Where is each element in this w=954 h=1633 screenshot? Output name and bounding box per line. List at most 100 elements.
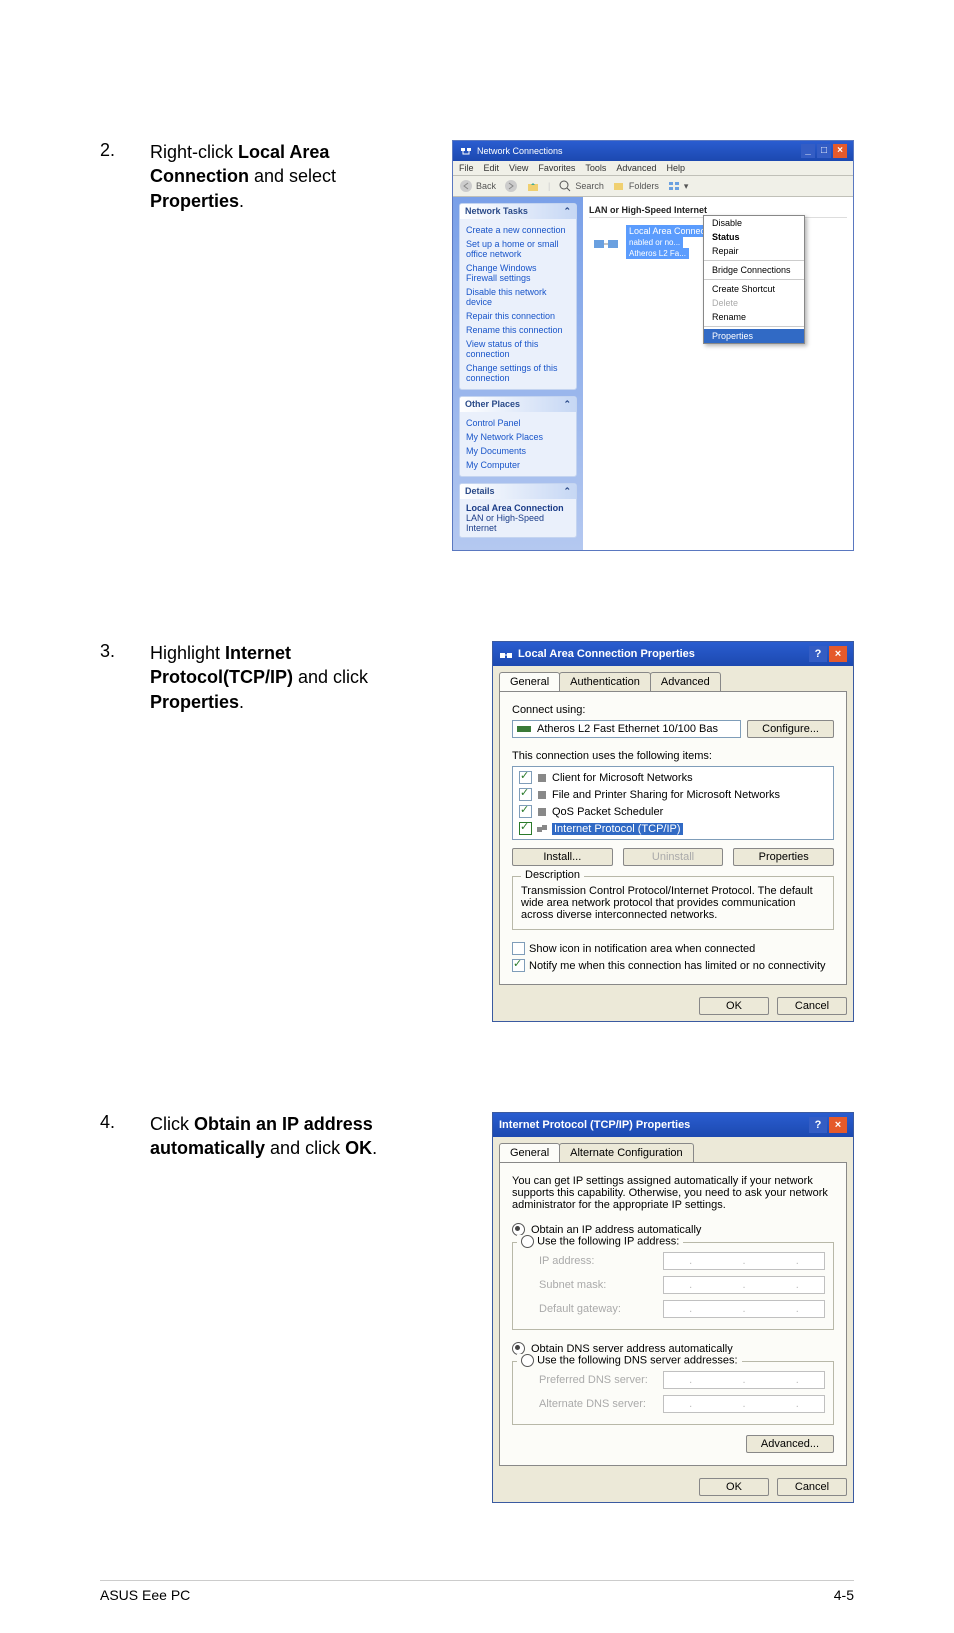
task-link[interactable]: Change settings of this connection <box>466 361 570 385</box>
dialog-title: Local Area Connection Properties <box>518 648 695 660</box>
lan-icon <box>499 647 513 661</box>
step-text: Highlight Internet Protocol(TCP/IP) and … <box>150 641 410 714</box>
intro-text: You can get IP settings assigned automat… <box>512 1175 834 1211</box>
menu-bar: File Edit View Favorites Tools Advanced … <box>453 161 853 176</box>
ctx-rename[interactable]: Rename <box>704 310 804 324</box>
description-label: Description <box>521 869 584 881</box>
collapse-icon[interactable]: ⌃ <box>563 399 571 410</box>
folders-icon <box>612 179 626 193</box>
checkbox-label: Notify me when this connection has limit… <box>529 960 826 972</box>
task-link[interactable]: Create a new connection <box>466 223 570 237</box>
ok-button[interactable]: OK <box>699 997 769 1015</box>
list-item[interactable]: Client for Microsoft Networks <box>513 769 833 786</box>
panel-header: Network Tasks <box>465 206 528 217</box>
subnet-field: ... <box>663 1276 825 1294</box>
forward-button[interactable] <box>504 179 518 193</box>
task-link[interactable]: Disable this network device <box>466 285 570 309</box>
menu-item[interactable]: View <box>509 163 528 173</box>
folders-button[interactable]: Folders <box>612 179 659 193</box>
forward-icon <box>504 179 518 193</box>
details-line: Local Area Connection <box>466 503 564 513</box>
task-link[interactable]: Set up a home or small office network <box>466 237 570 261</box>
configure-button[interactable]: Configure... <box>747 720 834 738</box>
details-line: LAN or High-Speed Internet <box>466 513 544 533</box>
task-link[interactable]: Rename this connection <box>466 323 570 337</box>
radio-label: Use the following IP address: <box>537 1235 679 1247</box>
ctx-properties[interactable]: Properties <box>704 329 804 343</box>
place-link[interactable]: My Network Places <box>466 430 570 444</box>
ctx-disable[interactable]: Disable <box>704 216 804 230</box>
menu-item[interactable]: Tools <box>585 163 606 173</box>
maximize-button[interactable]: □ <box>817 144 831 158</box>
tab-alt-config[interactable]: Alternate Configuration <box>559 1143 694 1162</box>
step-text: Click Obtain an IP address automatically… <box>150 1112 410 1161</box>
ctx-repair[interactable]: Repair <box>704 244 804 258</box>
install-button[interactable]: Install... <box>512 848 613 866</box>
cancel-button[interactable]: Cancel <box>777 997 847 1015</box>
ok-button[interactable]: OK <box>699 1478 769 1496</box>
task-link[interactable]: Change Windows Firewall settings <box>466 261 570 285</box>
window-titlebar: Network Connections _ □ × <box>453 141 853 161</box>
close-button[interactable]: × <box>829 1117 847 1133</box>
items-label: This connection uses the following items… <box>512 750 834 762</box>
radio-use-dns[interactable] <box>521 1354 534 1367</box>
cancel-button[interactable]: Cancel <box>777 1478 847 1496</box>
menu-item[interactable]: Advanced <box>616 163 656 173</box>
step-number: 4. <box>100 1112 150 1133</box>
items-listbox[interactable]: Client for Microsoft Networks File and P… <box>512 766 834 840</box>
views-button[interactable]: ▾ <box>667 179 689 193</box>
close-button[interactable]: × <box>829 646 847 662</box>
menu-item[interactable]: Edit <box>484 163 500 173</box>
task-link[interactable]: Repair this connection <box>466 309 570 323</box>
search-button[interactable]: Search <box>558 179 604 193</box>
step-number: 2. <box>100 140 150 161</box>
help-button[interactable]: ? <box>809 646 827 662</box>
tcpip-properties-dialog: Internet Protocol (TCP/IP) Properties ? … <box>492 1112 854 1503</box>
share-icon <box>536 789 548 801</box>
collapse-icon[interactable]: ⌃ <box>563 486 571 497</box>
back-icon <box>459 179 473 193</box>
place-link[interactable]: Control Panel <box>466 416 570 430</box>
network-icon <box>459 144 473 158</box>
tab-general[interactable]: General <box>499 672 560 691</box>
lan-icon <box>592 228 620 256</box>
ctx-status[interactable]: Status <box>704 230 804 244</box>
properties-button[interactable]: Properties <box>733 848 834 866</box>
tab-authentication[interactable]: Authentication <box>559 672 651 691</box>
list-item[interactable]: QoS Packet Scheduler <box>513 803 833 820</box>
description-text: Transmission Control Protocol/Internet P… <box>521 885 825 921</box>
menu-item[interactable]: Help <box>666 163 685 173</box>
place-link[interactable]: My Documents <box>466 444 570 458</box>
back-button[interactable]: Back <box>459 179 496 193</box>
minimize-button[interactable]: _ <box>801 144 815 158</box>
dns2-field: ... <box>663 1395 825 1413</box>
show-icon-checkbox[interactable] <box>512 942 525 955</box>
gateway-field: ... <box>663 1300 825 1318</box>
place-link[interactable]: My Computer <box>466 458 570 472</box>
ctx-shortcut[interactable]: Create Shortcut <box>704 282 804 296</box>
tab-advanced[interactable]: Advanced <box>650 672 721 691</box>
views-icon <box>667 179 681 193</box>
ctx-bridge[interactable]: Bridge Connections <box>704 263 804 277</box>
tab-general[interactable]: General <box>499 1143 560 1162</box>
task-sidebar: Network Tasks ⌃ Create a new connection S… <box>453 197 583 550</box>
dialog-title: Internet Protocol (TCP/IP) Properties <box>499 1119 690 1131</box>
list-item[interactable]: File and Printer Sharing for Microsoft N… <box>513 786 833 803</box>
help-button[interactable]: ? <box>809 1117 827 1133</box>
collapse-icon[interactable]: ⌃ <box>563 206 571 217</box>
task-link[interactable]: View status of this connection <box>466 337 570 361</box>
main-pane: LAN or High-Speed Internet Local Area Co… <box>583 197 853 550</box>
subnet-label: Subnet mask: <box>539 1279 606 1291</box>
menu-item[interactable]: File <box>459 163 474 173</box>
dialog-titlebar: Internet Protocol (TCP/IP) Properties ? … <box>493 1113 853 1137</box>
close-button[interactable]: × <box>833 144 847 158</box>
network-connections-window: Network Connections _ □ × File Edit View… <box>452 140 854 551</box>
radio-label: Obtain an IP address automatically <box>531 1224 701 1236</box>
menu-item[interactable]: Favorites <box>538 163 575 173</box>
up-button[interactable] <box>526 179 540 193</box>
notify-checkbox[interactable] <box>512 959 525 972</box>
gateway-label: Default gateway: <box>539 1303 621 1315</box>
dns2-label: Alternate DNS server: <box>539 1398 646 1410</box>
radio-use-ip[interactable] <box>521 1235 534 1248</box>
list-item-tcpip[interactable]: Internet Protocol (TCP/IP) <box>513 820 833 837</box>
